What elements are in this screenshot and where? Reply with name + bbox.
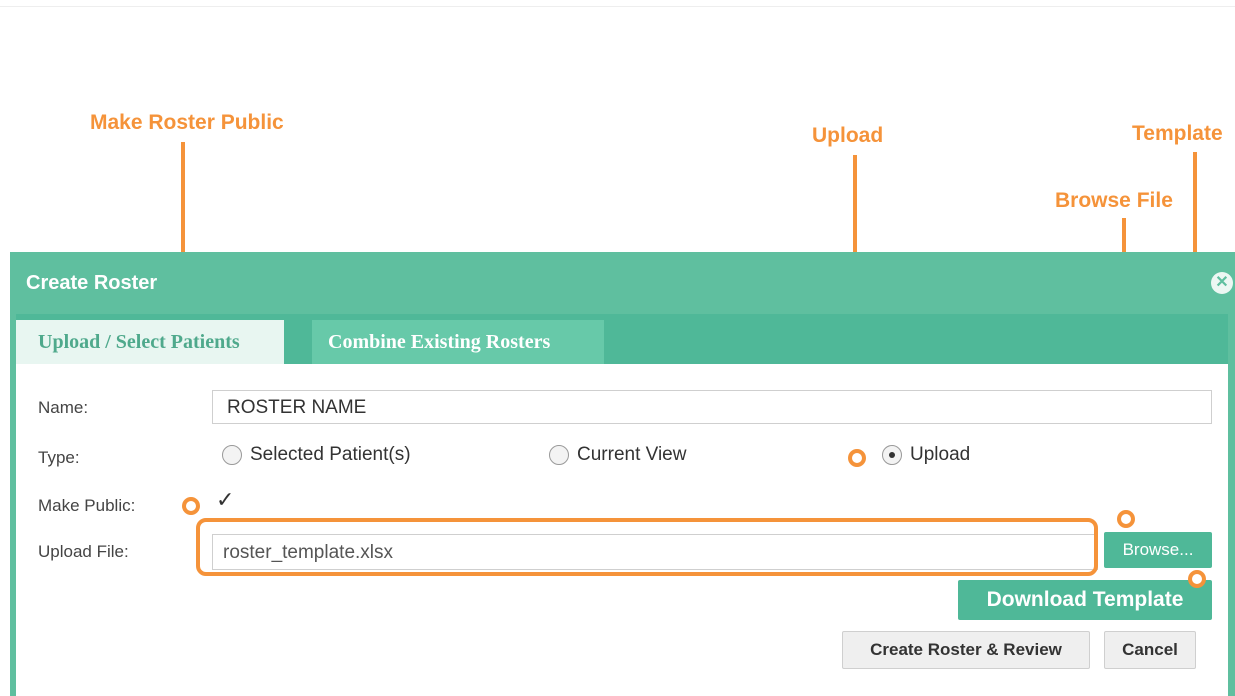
annotation-make-public-label: Make Roster Public [90,111,284,134]
radio-icon [222,444,242,465]
radio-checked-icon [882,444,902,465]
dialog-title: Create Roster [26,272,158,294]
radio-selected-patients-label: Selected Patient(s) [250,444,411,465]
radio-current-view[interactable]: Current View [549,444,686,466]
tab-combine-existing-rosters[interactable]: Combine Existing Rosters [312,320,604,364]
name-label: Name: [38,398,89,417]
annotation-browse-file-dot [1117,510,1135,528]
upload-file-label: Upload File: [38,542,129,561]
close-icon[interactable]: ✕ [1211,272,1233,294]
annotation-upload-dot [848,449,866,467]
type-label: Type: [38,448,80,467]
annotation-upload-label: Upload [812,124,884,147]
annotation-template-label: Template [1132,122,1223,145]
cancel-button[interactable]: Cancel [1104,631,1196,669]
download-template-button[interactable]: Download Template [958,580,1212,620]
radio-icon [549,444,569,465]
roster-name-input[interactable]: ROSTER NAME [212,390,1212,424]
radio-current-view-label: Current View [577,444,687,465]
annotation-template-dot [1188,570,1206,588]
make-public-label: Make Public: [38,496,136,515]
tab-strip: Upload / Select Patients Combine Existin… [16,314,1228,364]
annotation-browse-file-label: Browse File [1055,189,1173,212]
upload-file-highlight [196,518,1098,576]
tab-upload-select-patients[interactable]: Upload / Select Patients [16,320,284,364]
create-roster-dialog: Create Roster ✕ Upload / Select Patients… [10,252,1235,696]
create-roster-review-button[interactable]: Create Roster & Review [842,631,1090,669]
radio-upload[interactable]: Upload [882,444,970,466]
browse-button[interactable]: Browse... [1104,532,1212,568]
radio-upload-label: Upload [910,444,971,465]
radio-selected-patients[interactable]: Selected Patient(s) [222,444,411,466]
make-public-checkbox[interactable]: ✓ [216,489,236,511]
annotation-make-public-dot [182,497,200,515]
top-divider [0,6,1235,7]
